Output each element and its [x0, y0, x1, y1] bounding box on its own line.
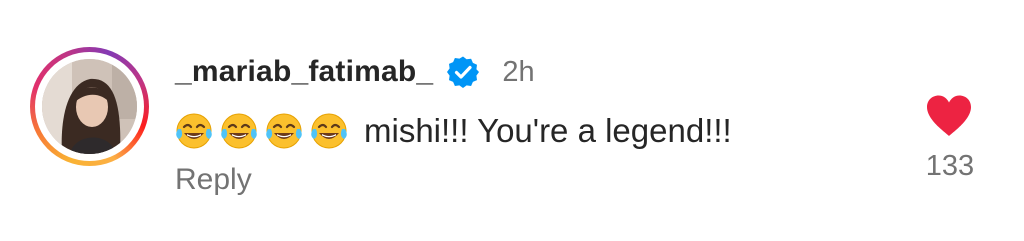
comment-timestamp: 2h [502, 55, 535, 88]
heart-icon[interactable] [925, 94, 973, 138]
comment-header: _mariab_fatimab_ 2h [175, 52, 535, 92]
tears-of-joy-emoji-icon [175, 112, 213, 150]
avatar[interactable] [42, 59, 137, 154]
tears-of-joy-emoji-icon [220, 112, 258, 150]
comment-item: _mariab_fatimab_ 2h mishi!!! You're a le… [0, 0, 1024, 241]
comment-body: mishi!!! You're a legend!!! [175, 108, 732, 154]
verified-badge-icon [446, 55, 480, 89]
emoji-group [175, 112, 355, 150]
comment-text: mishi!!! You're a legend!!! [364, 112, 732, 149]
tears-of-joy-emoji-icon [265, 112, 303, 150]
username-link[interactable]: _mariab_fatimab_ [175, 55, 433, 89]
like-count: 133 [925, 150, 975, 182]
reply-button[interactable]: Reply [175, 163, 252, 197]
tears-of-joy-emoji-icon [310, 112, 348, 150]
story-ring[interactable] [30, 47, 149, 166]
